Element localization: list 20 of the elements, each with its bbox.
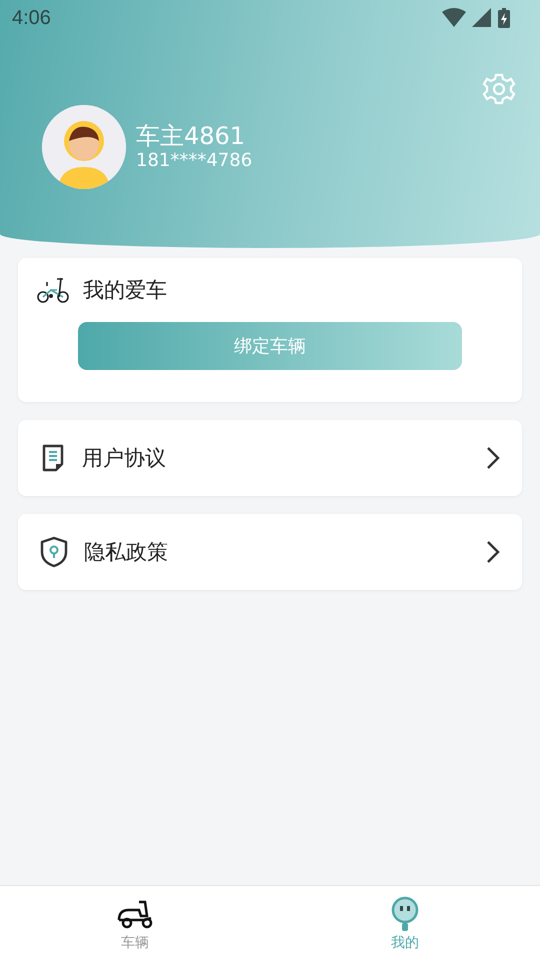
bicycle-icon [37,276,69,304]
chevron-right-icon [486,540,500,564]
wifi-icon [442,8,466,28]
chevron-right-icon [486,446,500,470]
signal-icon [472,8,492,28]
menu-label: 隐私政策 [84,539,169,566]
status-time: 4:06 [12,6,51,30]
menu-item[interactable]: 用户协议 [18,420,522,496]
menu-item[interactable]: 隐私政策 [18,514,522,590]
section-title: 我的爱车 [83,277,167,304]
menu-label: 用户协议 [82,445,167,472]
robot-face-icon [390,896,420,932]
nav-tab[interactable]: 车辆 [0,886,270,960]
shield-icon [40,536,68,568]
battery-icon [498,8,510,28]
phone-number: 181****4786 [136,150,252,172]
bind-vehicle-button[interactable]: 绑定车辆 [78,322,462,370]
nav-tab[interactable]: 我的 [270,886,540,960]
user-name: 车主4861 [136,122,246,150]
document-icon [40,444,66,472]
